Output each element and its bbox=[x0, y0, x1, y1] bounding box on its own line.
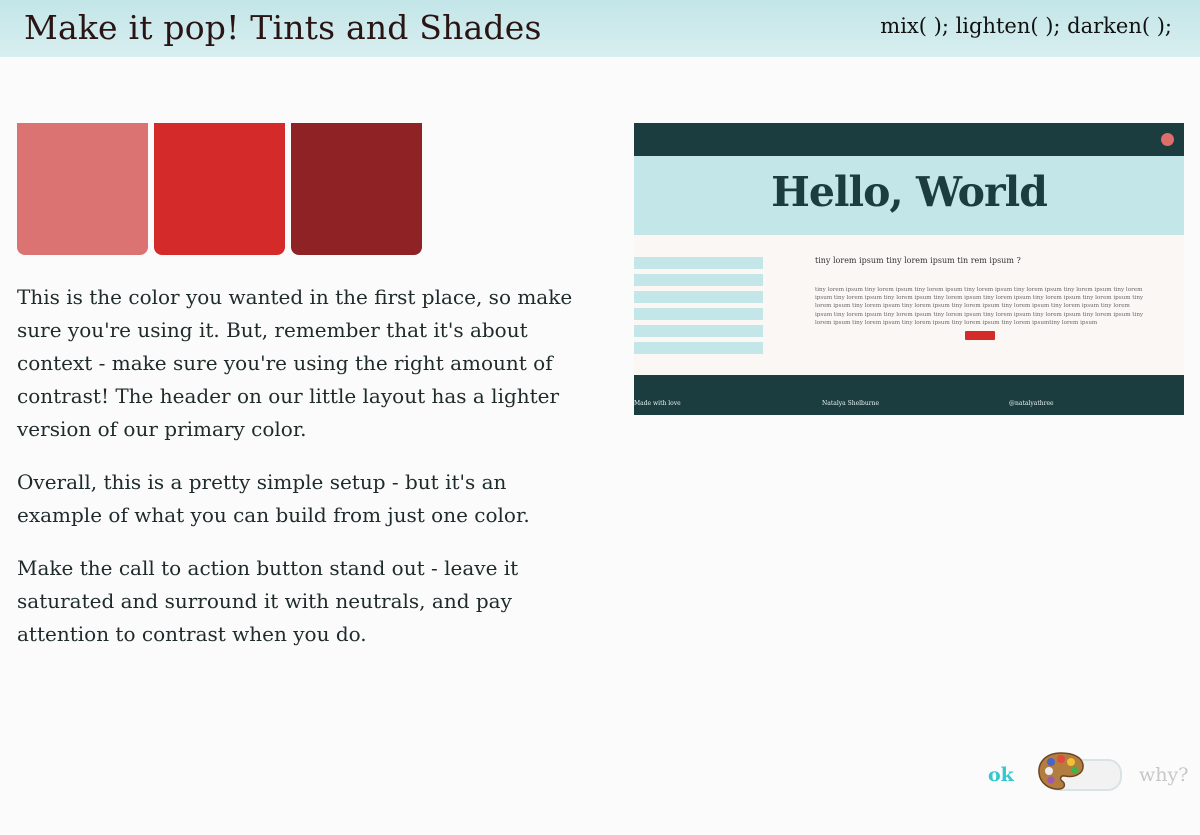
preview-sidebar-item bbox=[634, 274, 763, 286]
preview-footer-right: @natalyathree bbox=[1009, 400, 1054, 407]
paragraph: This is the color you wanted in the firs… bbox=[17, 285, 573, 441]
preview-footer-left: Made with love bbox=[634, 400, 681, 407]
preview-footer: Made with love Natalya Shelburne @nataly… bbox=[634, 375, 1184, 415]
ok-button[interactable]: ok bbox=[988, 764, 1014, 786]
preview-nav-dot bbox=[1161, 133, 1174, 146]
why-link[interactable]: why? bbox=[1139, 764, 1188, 786]
paragraph: Overall, this is a pretty simple setup -… bbox=[17, 470, 530, 527]
preview-cta-button bbox=[965, 331, 995, 340]
page-title: Make it pop! Tints and Shades bbox=[24, 8, 542, 47]
preview-body-text: tiny lorem ipsum tiny lorem ipsum tiny l… bbox=[815, 287, 1144, 326]
paragraph: Make the call to action button stand out… bbox=[17, 556, 519, 646]
preview-nav-bar bbox=[634, 123, 1184, 156]
preview-sidebar-item bbox=[634, 308, 763, 320]
explanation-text: This is the color you wanted in the firs… bbox=[17, 281, 577, 671]
palette-icon[interactable] bbox=[1036, 750, 1086, 792]
swatch-base bbox=[154, 123, 285, 255]
swatch-tint bbox=[17, 123, 148, 255]
preview-sidebar-item bbox=[634, 342, 763, 354]
preview-footer-center: Natalya Shelburne bbox=[822, 400, 880, 407]
preview-hero: Hello, World bbox=[634, 156, 1184, 235]
preview-sidebar-item bbox=[634, 257, 763, 269]
sass-functions-label: mix( ); lighten( ); darken( ); bbox=[880, 14, 1172, 38]
preview-sidebar-item bbox=[634, 325, 763, 337]
preview-heading: tiny lorem ipsum tiny lorem ipsum tin re… bbox=[815, 256, 1021, 265]
preview-headline: Hello, World bbox=[771, 168, 1048, 216]
preview-sidebar bbox=[634, 257, 763, 359]
swatch-shade bbox=[291, 123, 422, 255]
top-bar: Make it pop! Tints and Shades mix( ); li… bbox=[0, 0, 1200, 57]
layout-preview: Hello, World tiny lorem ipsum tiny lorem… bbox=[634, 123, 1184, 415]
preview-sidebar-item bbox=[634, 291, 763, 303]
